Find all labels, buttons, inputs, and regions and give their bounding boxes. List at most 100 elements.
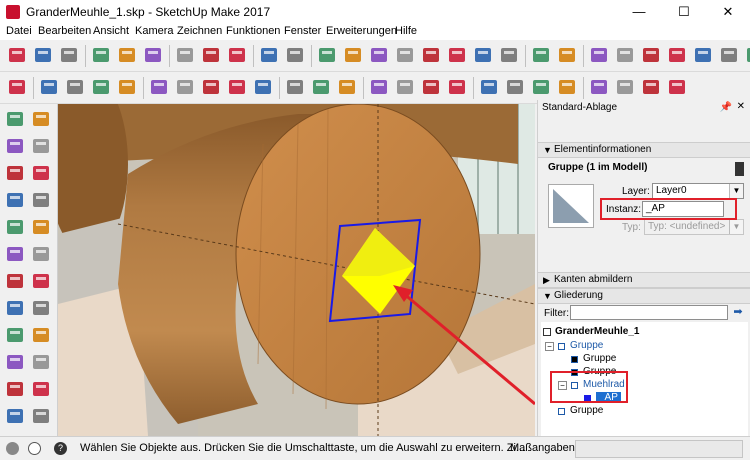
open-file-icon[interactable] (32, 44, 56, 68)
details-toggle-icon[interactable] (735, 162, 744, 176)
front-view-icon[interactable] (666, 44, 690, 68)
eraser-icon[interactable] (38, 76, 62, 100)
outliner-header[interactable]: ▼ Gliederung (538, 288, 750, 304)
menu-kamera[interactable]: Kamera (135, 25, 174, 37)
layout-icon[interactable] (530, 76, 554, 100)
share-model-icon[interactable] (556, 44, 580, 68)
undo-icon[interactable] (200, 44, 224, 68)
pin-icon[interactable]: 📌 (720, 102, 732, 113)
redo-icon[interactable] (226, 44, 250, 68)
pie-icon[interactable] (472, 44, 496, 68)
model-viewport[interactable] (58, 104, 535, 436)
line-icon[interactable] (64, 76, 88, 100)
ruby-icon[interactable] (556, 76, 580, 100)
save-icon[interactable] (58, 44, 82, 68)
model-info-icon[interactable] (284, 44, 308, 68)
protractor-icon[interactable] (4, 405, 26, 427)
offset-icon[interactable] (30, 351, 52, 373)
tray-close-icon[interactable]: ✕ (737, 101, 745, 112)
line-icon[interactable] (4, 162, 26, 184)
follow-me-icon[interactable] (30, 324, 52, 346)
soften-edges-header[interactable]: ▶ Kanten abmildern (538, 272, 750, 288)
look-around-icon[interactable] (640, 76, 664, 100)
outliner-options-icon[interactable]: ➡ (731, 305, 745, 319)
home-icon[interactable] (588, 44, 612, 68)
arc-icon[interactable] (4, 243, 26, 265)
iso-view-icon[interactable] (614, 44, 638, 68)
warehouse-icon[interactable] (530, 44, 554, 68)
section-plane-icon[interactable] (666, 76, 690, 100)
copy-icon[interactable] (116, 44, 140, 68)
back-view-icon[interactable] (718, 44, 742, 68)
move-icon[interactable] (4, 297, 26, 319)
tape-measure-icon[interactable] (4, 378, 26, 400)
shapes-icon[interactable] (116, 76, 140, 100)
scale-icon[interactable] (226, 76, 250, 100)
menu-ansicht[interactable]: Ansicht (93, 25, 129, 37)
rectangle-icon[interactable] (368, 44, 392, 68)
menu-hilfe[interactable]: Hilfe (395, 25, 417, 37)
pencil-icon[interactable] (316, 44, 340, 68)
push-pull-icon[interactable] (30, 297, 52, 319)
arc2-icon[interactable] (498, 44, 522, 68)
select-icon[interactable] (4, 108, 26, 130)
rectangle-icon[interactable] (4, 189, 26, 211)
arc-icon[interactable] (446, 44, 470, 68)
paint-bucket-icon[interactable] (336, 76, 360, 100)
freehand-icon[interactable] (30, 162, 52, 184)
offset-icon[interactable] (252, 76, 276, 100)
extension-warehouse-icon[interactable] (504, 76, 528, 100)
entity-info-header[interactable]: ▼ Elementinformationen (538, 142, 750, 158)
warehouse-icon[interactable] (478, 76, 502, 100)
rotated-rect-icon[interactable] (30, 189, 52, 211)
scale-icon[interactable] (4, 351, 26, 373)
zoom-icon[interactable] (420, 76, 444, 100)
minimize-button[interactable]: — (617, 0, 661, 24)
arc3-icon[interactable] (30, 243, 52, 265)
push-pull-icon[interactable] (148, 76, 172, 100)
erase-icon[interactable] (174, 44, 198, 68)
orbit-icon[interactable] (368, 76, 392, 100)
tree-collapse-icon[interactable]: − (545, 342, 554, 351)
arc-icon[interactable] (90, 76, 114, 100)
move-icon[interactable] (174, 76, 198, 100)
top-view-icon[interactable] (640, 44, 664, 68)
pie-icon[interactable] (30, 270, 52, 292)
text-icon[interactable] (30, 405, 52, 427)
geo-location-icon[interactable] (6, 442, 19, 455)
rotate-icon[interactable] (200, 76, 224, 100)
position-camera-icon[interactable] (588, 76, 612, 100)
right-view-icon[interactable] (692, 44, 716, 68)
tape-measure-icon[interactable] (284, 76, 308, 100)
pan-icon[interactable] (394, 76, 418, 100)
credits-icon[interactable] (28, 442, 41, 455)
paint-bucket-icon[interactable] (4, 135, 26, 157)
select-icon[interactable] (6, 76, 30, 100)
menu-funktionen[interactable]: Funktionen (226, 25, 280, 37)
menu-bearbeiten[interactable]: Bearbeiten (38, 25, 91, 37)
measurements-input[interactable] (575, 440, 743, 458)
polygon-icon[interactable] (420, 44, 444, 68)
new-file-icon[interactable] (6, 44, 30, 68)
text-icon[interactable] (310, 76, 334, 100)
dimension-icon[interactable] (30, 378, 52, 400)
close-button[interactable]: ✕ (706, 0, 750, 24)
maximize-button[interactable]: ☐ (662, 0, 706, 24)
walk-icon[interactable] (614, 76, 638, 100)
rotate-icon[interactable] (4, 324, 26, 346)
layer-dropdown[interactable]: Layer0 ▼ (652, 183, 744, 199)
filter-input[interactable] (570, 305, 728, 320)
circle-icon[interactable] (4, 216, 26, 238)
zoom-extents-icon[interactable] (446, 76, 470, 100)
left-view-icon[interactable] (744, 44, 750, 68)
polygon-icon[interactable] (30, 216, 52, 238)
menu-datei[interactable]: Datei (6, 25, 32, 37)
print-icon[interactable] (258, 44, 282, 68)
menu-fenster[interactable]: Fenster (284, 25, 321, 37)
paste-icon[interactable] (142, 44, 166, 68)
menu-zeichnen[interactable]: Zeichnen (177, 25, 222, 37)
arc-3pt-icon[interactable] (4, 270, 26, 292)
menu-erweiterungen[interactable]: Erweiterungen (326, 25, 397, 37)
eraser-icon[interactable] (30, 135, 52, 157)
component-icon[interactable] (30, 108, 52, 130)
